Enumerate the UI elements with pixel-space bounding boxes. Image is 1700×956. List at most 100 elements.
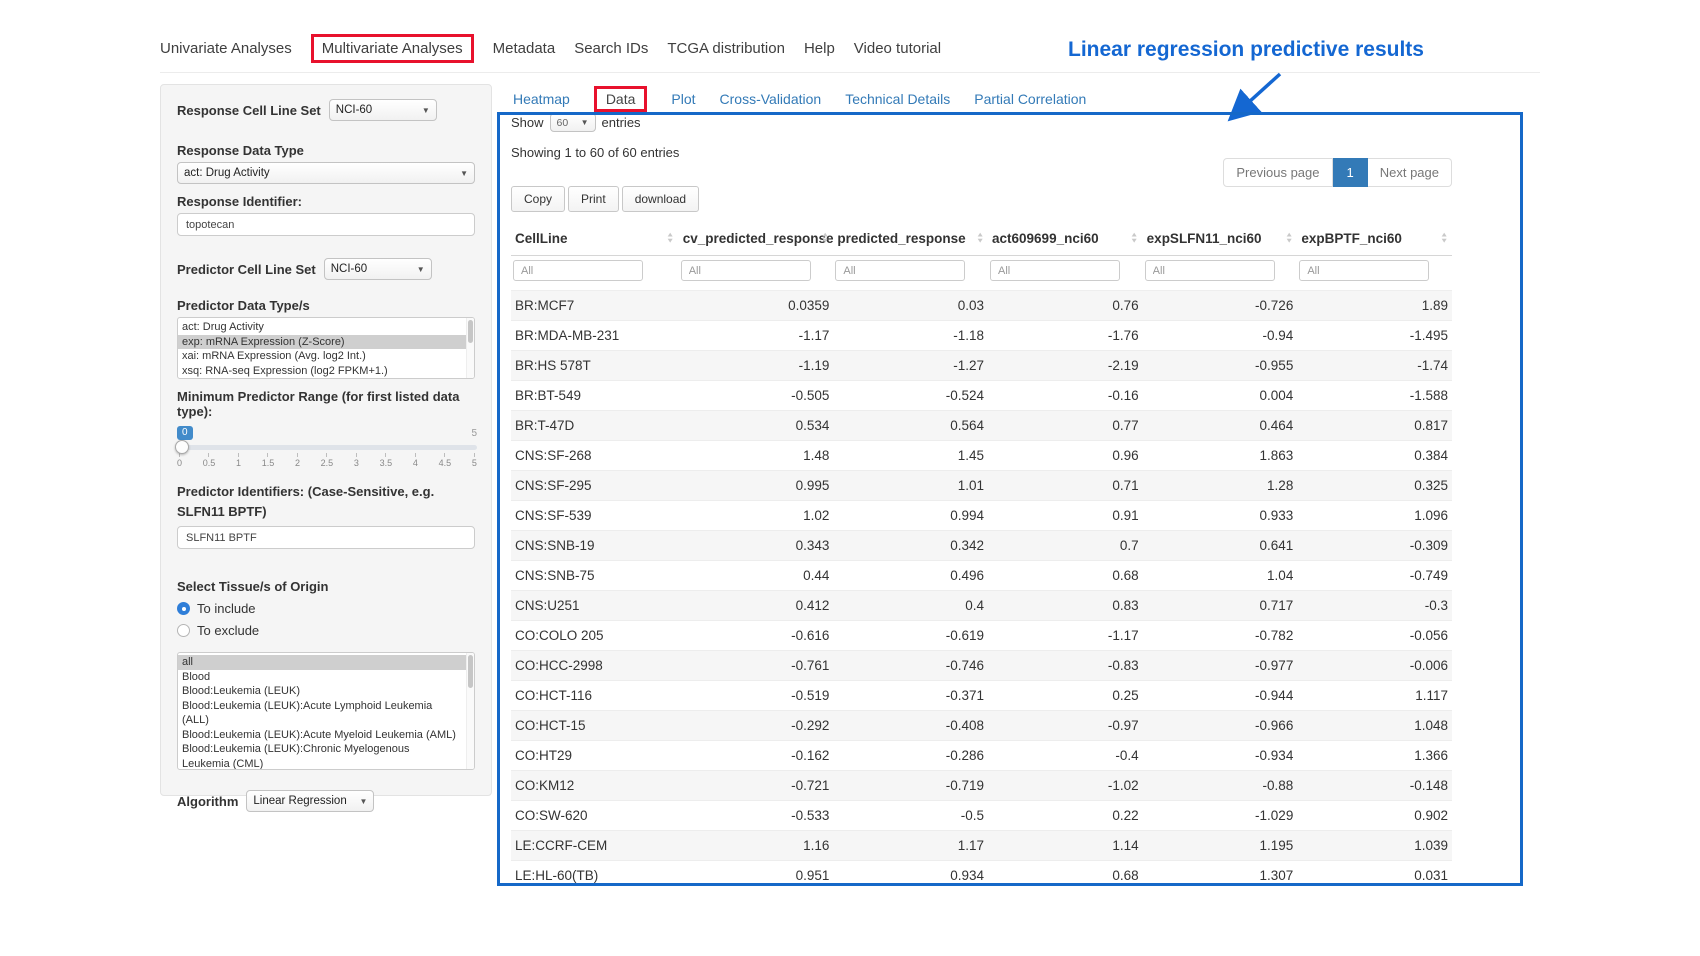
algorithm-select[interactable]: Linear Regression ▼ [246,790,374,812]
table-row[interactable]: LE:CCRF-CEM1.161.171.141.1951.039 [511,831,1452,861]
cell-value: 0.412 [679,591,834,621]
cell-value: -0.16 [988,381,1143,411]
table-row[interactable]: CO:KM12-0.721-0.719-1.02-0.88-0.148 [511,771,1452,801]
column-header-expbptf-nci60[interactable]: expBPTF_nci60▲▼ [1297,222,1452,256]
filter-input-cv-predicted-response[interactable] [681,260,811,281]
column-label: cv_predicted_response [683,231,834,246]
nav-item-univariate-analyses[interactable]: Univariate Analyses [160,34,292,63]
table-row[interactable]: BR:MCF70.03590.030.76-0.7261.89 [511,291,1452,321]
cell-value: -0.721 [679,771,834,801]
nav-item-search-ids[interactable]: Search IDs [574,34,648,63]
table-row[interactable]: CO:HCC-2998-0.761-0.746-0.83-0.977-0.006 [511,651,1452,681]
cell-value: -0.88 [1143,771,1298,801]
predictor-type-option-exp-mrna-expression-z-score[interactable]: exp: mRNA Expression (Z-Score) [178,335,474,350]
predictor-type-option-xai-mrna-expression-avg-log2-int[interactable]: xai: mRNA Expression (Avg. log2 Int.) [178,349,474,364]
nav-item-metadata[interactable]: Metadata [493,34,556,63]
table-row[interactable]: BR:T-47D0.5340.5640.770.4640.817 [511,411,1452,441]
tissue-option-blood-leukemia-leuk-acute-myeloid-leukemia-aml[interactable]: Blood:Leukemia (LEUK):Acute Myeloid Leuk… [178,728,474,743]
response-data-type-select[interactable]: act: Drug Activity ▼ [177,162,475,184]
table-row[interactable]: CNS:SF-5391.020.9940.910.9331.096 [511,501,1452,531]
cell-value: 1.45 [833,441,988,471]
cell-value: 0.995 [679,471,834,501]
filter-cell [1297,256,1452,291]
cell-line-value: CO:HCT-116 [511,681,679,711]
cell-value: 0.4 [833,591,988,621]
tissue-option-blood-leukemia-leuk[interactable]: Blood:Leukemia (LEUK) [178,684,474,699]
show-entries-select[interactable]: 60 ▼ [550,113,596,132]
filter-input-expbptf-nci60[interactable] [1299,260,1429,281]
table-row[interactable]: LE:HL-60(TB)0.9510.9340.681.3070.031 [511,861,1452,891]
tissue-option-blood-leukemia-leuk-acute-lymphoid-leukemia-all[interactable]: Blood:Leukemia (LEUK):Acute Lymphoid Leu… [178,699,474,728]
scrollbar-thumb[interactable] [468,655,473,687]
chevron-down-icon: ▼ [417,265,425,274]
sort-icon[interactable]: ▲▼ [667,232,673,245]
filter-input-act609699-nci60[interactable] [990,260,1120,281]
predictor-type-option-xsq-rna-seq-expression-log2-fpkm-1[interactable]: xsq: RNA-seq Expression (log2 FPKM+1.) [178,364,474,379]
download-button[interactable]: download [622,186,699,212]
slider-tick: 2 [295,453,300,468]
table-row[interactable]: CNS:SF-2950.9951.010.711.280.325 [511,471,1452,501]
slider-track[interactable] [177,445,477,450]
column-header-cv-predicted-response[interactable]: cv_predicted_response▲▼ [679,222,834,256]
table-row[interactable]: CNS:SNB-750.440.4960.681.04-0.749 [511,561,1452,591]
table-row[interactable]: CO:COLO 205-0.616-0.619-1.17-0.782-0.056 [511,621,1452,651]
table-row[interactable]: CO:HT29-0.162-0.286-0.4-0.9341.366 [511,741,1452,771]
response-identifier-input[interactable] [177,213,475,236]
tick-mark [444,453,445,457]
table-row[interactable]: CO:SW-620-0.533-0.50.22-1.0290.902 [511,801,1452,831]
print-button[interactable]: Print [568,186,619,212]
predictor-identifiers-input[interactable] [177,526,475,549]
min-predictor-range-slider[interactable]: 0 5 00.511.522.533.544.55 [177,425,477,468]
table-row[interactable]: CNS:SNB-190.3430.3420.70.641-0.309 [511,531,1452,561]
filter-input-predicted-response[interactable] [835,260,965,281]
predictor-type-option-act-drug-activity[interactable]: act: Drug Activity [178,320,474,335]
previous-page-button[interactable]: Previous page [1223,158,1332,187]
sort-icon[interactable]: ▲▼ [1441,232,1447,245]
nav-item-video-tutorial[interactable]: Video tutorial [854,34,941,63]
nav-divider [160,72,1540,73]
nav-item-multivariate-analyses[interactable]: Multivariate Analyses [311,34,474,63]
nav-item-help[interactable]: Help [804,34,835,63]
column-header-predicted-response[interactable]: predicted_response▲▼ [833,222,988,256]
sort-icon[interactable]: ▲▼ [977,232,983,245]
filter-input-cellline[interactable] [513,260,643,281]
predictor-data-types-listbox[interactable]: act: Drug Activityexp: mRNA Expression (… [177,317,475,379]
chevron-down-icon: ▼ [460,169,468,178]
slider-handle[interactable] [175,440,189,454]
column-header-act609699-nci60[interactable]: act609699_nci60▲▼ [988,222,1143,256]
response-cell-line-set-select[interactable]: NCI-60 ▼ [329,99,437,121]
tissue-listbox[interactable]: allBloodBlood:Leukemia (LEUK)Blood:Leuke… [177,652,475,770]
filter-input-expslfn11-nci60[interactable] [1145,260,1275,281]
sort-icon[interactable]: ▲▼ [1286,232,1292,245]
copy-button[interactable]: Copy [511,186,565,212]
table-row[interactable]: CNS:U2510.4120.40.830.717-0.3 [511,591,1452,621]
sort-icon[interactable]: ▲▼ [1131,232,1137,245]
cell-value: 0.44 [679,561,834,591]
cell-value: -1.029 [1143,801,1298,831]
table-row[interactable]: BR:MDA-MB-231-1.17-1.18-1.76-0.94-1.495 [511,321,1452,351]
radio-to-include[interactable]: To include [177,601,475,616]
tissue-option-all[interactable]: all [178,655,474,670]
cell-value: 0.384 [1297,441,1452,471]
table-row[interactable]: CNS:SF-2681.481.450.961.8630.384 [511,441,1452,471]
response-cell-line-set-row: Response Cell Line Set NCI-60 ▼ [177,99,475,121]
table-row[interactable]: CO:HCT-116-0.519-0.3710.25-0.9441.117 [511,681,1452,711]
tissue-option-blood[interactable]: Blood [178,670,474,685]
column-header-cellline[interactable]: CellLine▲▼ [511,222,679,256]
scrollbar-thumb[interactable] [468,320,473,343]
table-row[interactable]: BR:BT-549-0.505-0.524-0.160.004-1.588 [511,381,1452,411]
sort-icon[interactable]: ▲▼ [822,232,828,245]
current-page-button[interactable]: 1 [1333,158,1368,187]
response-identifier-label: Response Identifier: [177,194,475,209]
show-entries-prefix: Show [511,115,544,130]
radio-to-exclude[interactable]: To exclude [177,623,475,638]
scrollbar[interactable] [466,318,474,378]
column-header-expslfn11-nci60[interactable]: expSLFN11_nci60▲▼ [1143,222,1298,256]
table-row[interactable]: CO:HCT-15-0.292-0.408-0.97-0.9661.048 [511,711,1452,741]
predictor-cell-line-set-select[interactable]: NCI-60 ▼ [324,258,432,280]
table-row[interactable]: BR:HS 578T-1.19-1.27-2.19-0.955-1.74 [511,351,1452,381]
tissue-option-blood-leukemia-leuk-chronic-myelogenous-leukemia-cml[interactable]: Blood:Leukemia (LEUK):Chronic Myelogenou… [178,742,474,770]
next-page-button[interactable]: Next page [1368,158,1452,187]
scrollbar[interactable] [466,653,474,769]
nav-item-tcga-distribution[interactable]: TCGA distribution [667,34,785,63]
